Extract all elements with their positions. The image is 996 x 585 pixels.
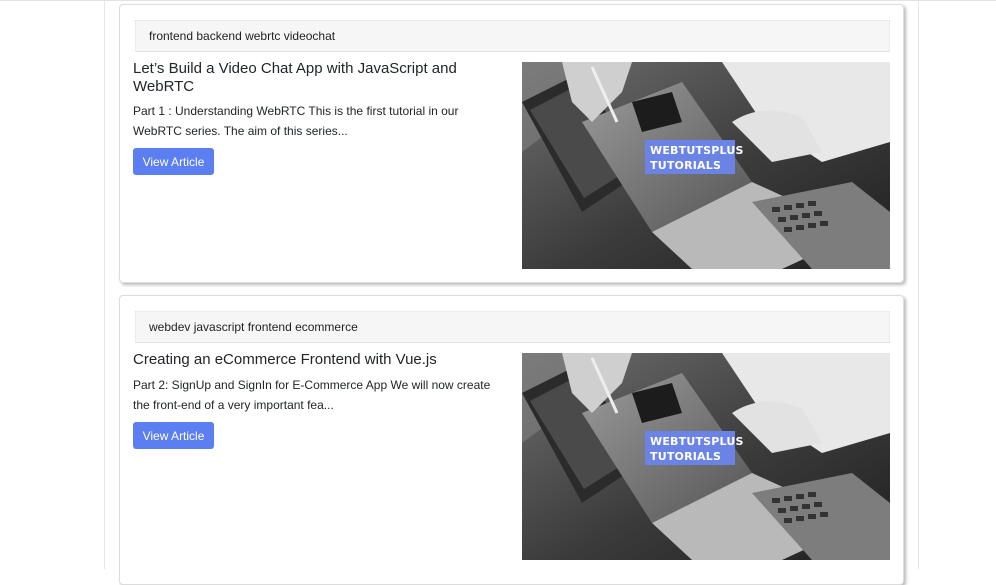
article-excerpt: Part 1 : Understanding WebRTC This is th… xyxy=(133,104,459,138)
watermark-line: WEBTUTSPLUS xyxy=(650,144,744,157)
watermark-line: TUTORIALS xyxy=(650,159,722,172)
watermark-line: WEBTUTSPLUS xyxy=(650,435,744,448)
tutorial-watermark: WEBTUTSPLUS TUTORIALS xyxy=(645,140,744,174)
article-card: frontend backend webrtc videochat Let’s … xyxy=(119,4,904,283)
article-thumbnail[interactable]: WEBTUTSPLUS TUTORIALS xyxy=(522,353,890,560)
article-tags: webdev javascript frontend ecommerce xyxy=(135,311,890,343)
article-excerpt: Part 2: SignUp and SignIn for E-Commerce… xyxy=(133,378,491,412)
article-title: Let’s Build a Video Chat App with JavaSc… xyxy=(133,60,457,95)
article-tags: frontend backend webrtc videochat xyxy=(135,20,890,52)
article-title: Creating an eCommerce Frontend with Vue.… xyxy=(133,351,437,368)
article-thumbnail[interactable]: WEBTUTSPLUS TUTORIALS xyxy=(522,62,890,269)
watermark-line: TUTORIALS xyxy=(650,450,722,463)
container-right-border xyxy=(918,0,919,569)
view-article-button[interactable]: View Article xyxy=(133,422,214,449)
article-card: webdev javascript frontend ecommerce Cre… xyxy=(119,295,904,585)
view-article-button[interactable]: View Article xyxy=(133,148,214,175)
tutorial-watermark: WEBTUTSPLUS TUTORIALS xyxy=(645,431,744,465)
top-divider xyxy=(0,0,996,1)
container-left-border xyxy=(104,0,105,569)
